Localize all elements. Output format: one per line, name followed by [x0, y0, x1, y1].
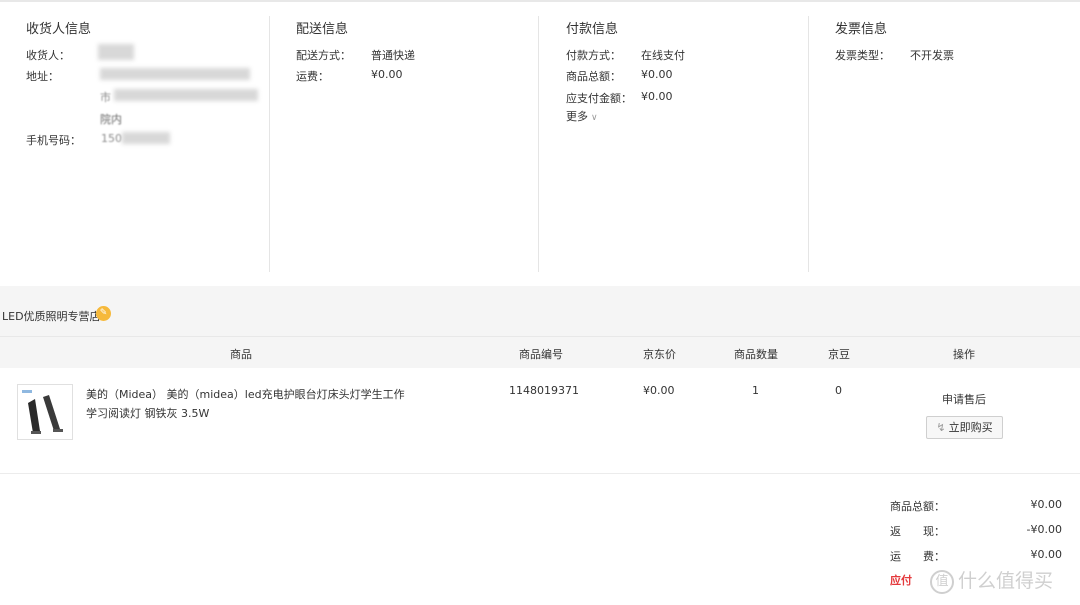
product-quantity: 1 [752, 384, 759, 397]
header-price: 京东价 [643, 348, 676, 361]
watermark-logo-icon: 值 [930, 569, 954, 594]
receiver-phone-prefix: 150 [101, 132, 122, 145]
chevron-down-icon: ∨ [591, 113, 598, 123]
payment-title: 付款信息 [566, 22, 619, 37]
receiver-phone-label: 手机号码： [26, 134, 81, 147]
table-row: 美的（Midea） 美的（midea）led充电护眼台灯床头灯学生工作学习阅读灯… [0, 367, 1080, 474]
invoice-type-value: 不开发票 [910, 49, 954, 62]
delivery-title: 配送信息 [296, 22, 349, 37]
receiver-address-line2-prefix: 市 [100, 91, 111, 104]
payment-total-value: ¥0.00 [641, 68, 673, 81]
product-price: ¥0.00 [643, 384, 675, 397]
header-actions: 操作 [953, 348, 975, 361]
buy-now-label: 立即购买 [948, 421, 993, 434]
invoice-title: 发票信息 [835, 22, 888, 37]
product-thumbnail[interactable] [17, 384, 73, 440]
store-name[interactable]: LED优质照明专营店 [2, 308, 101, 324]
header-beans: 京豆 [828, 348, 850, 361]
delivery-fee-value: ¥0.00 [371, 68, 403, 81]
lamp-icon [18, 385, 72, 439]
payment-method-value: 在线支付 [641, 49, 685, 62]
receiver-address-label: 地址： [26, 70, 59, 83]
payment-due-label: 应支付金额： [566, 92, 632, 105]
payment-more-label: 更多 [566, 110, 588, 123]
header-sku: 商品编号 [519, 348, 563, 361]
payment-total-label: 商品总额： [566, 70, 621, 83]
header-quantity: 商品数量 [734, 348, 778, 361]
delivery-method-value: 普通快递 [371, 49, 415, 62]
order-info-section: 收货人信息 收货人： 地址： 市 院内 手机号码： 150 配送信息 配送方式：… [0, 2, 1080, 286]
receiver-name-redacted [98, 44, 134, 60]
totals-rebate-label: 返 现： [890, 525, 945, 538]
watermark-text: 什么值得买 [958, 570, 1054, 592]
payment-more-link[interactable]: 更多 ∨ [566, 108, 598, 124]
buy-now-button[interactable]: ↯ 立即购买 [926, 416, 1003, 439]
delivery-method-label: 配送方式： [296, 49, 351, 62]
divider [538, 16, 539, 272]
totals-shipping-label: 运 费： [890, 550, 945, 563]
header-product: 商品 [230, 348, 252, 361]
receiver-name-label: 收货人： [26, 49, 70, 62]
delivery-fee-label: 运费： [296, 70, 329, 83]
totals-goods-label: 商品总额： [890, 500, 945, 513]
receiver-info: 收货人信息 收货人： 地址： 市 院内 手机号码： 150 [26, 2, 266, 272]
payment-method-label: 付款方式： [566, 49, 621, 62]
receiver-title: 收货人信息 [26, 22, 92, 37]
payment-info: 付款信息 付款方式： 在线支付 商品总额： ¥0.00 应支付金额： ¥0.00… [566, 2, 806, 272]
store-header: LED优质照明专营店 ✎ [0, 286, 1080, 336]
delivery-info: 配送信息 配送方式： 普通快递 运费： ¥0.00 [296, 2, 536, 272]
order-totals: 商品总额： ¥0.00 返 现： -¥0.00 运 费： ¥0.00 应付 [0, 474, 1080, 605]
product-table-header: 商品 商品编号 京东价 商品数量 京豆 操作 [0, 336, 1080, 368]
receiver-address-line3: 院内 [100, 113, 122, 126]
totals-rebate-value: -¥0.00 [1026, 523, 1062, 536]
product-beans: 0 [835, 384, 842, 397]
invoice-type-label: 发票类型： [835, 49, 890, 62]
totals-shipping-value: ¥0.00 [1030, 548, 1063, 561]
apply-after-sale-link[interactable]: 申请售后 [942, 391, 986, 407]
receiver-phone-redacted [122, 132, 170, 144]
chat-icon[interactable]: ✎ [96, 306, 111, 321]
product-name-link[interactable]: 美的（Midea） 美的（midea）led充电护眼台灯床头灯学生工作学习阅读灯… [86, 385, 406, 423]
payment-due-value: ¥0.00 [641, 90, 673, 103]
divider [269, 16, 270, 272]
receiver-address-redacted-2 [114, 89, 258, 101]
totals-goods-value: ¥0.00 [1030, 498, 1063, 511]
receiver-address-redacted-1 [100, 68, 250, 80]
watermark: 值什么值得买 [930, 566, 1053, 594]
product-sku: 1148019371 [509, 384, 579, 397]
divider [808, 16, 809, 272]
totals-due-label: 应付 [890, 574, 912, 587]
lightning-icon: ↯ [936, 421, 946, 434]
invoice-info: 发票信息 发票类型： 不开发票 [835, 2, 1075, 272]
